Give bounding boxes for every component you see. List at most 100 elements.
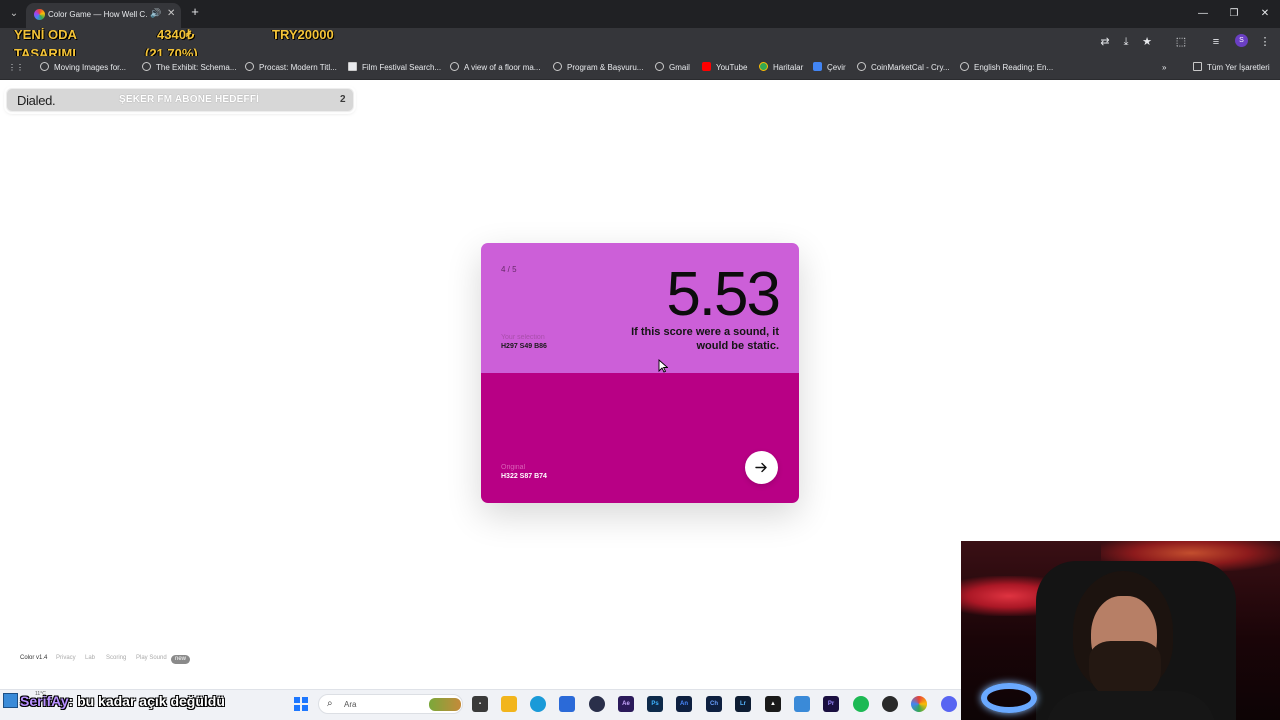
score-verdict: If this score were a sound, it would be … (631, 326, 779, 352)
bookmark-label: Moving Images for... (54, 63, 127, 72)
profile-avatar[interactable]: S (1235, 34, 1248, 47)
folder-icon (1193, 62, 1202, 71)
lightroom-icon[interactable]: Lr (735, 696, 751, 712)
search-highlight-image (429, 698, 461, 711)
maps-icon (759, 62, 768, 71)
bookmark-star-icon[interactable]: ★ (1139, 34, 1155, 50)
bookmark-item[interactable]: YouTube (702, 61, 747, 75)
subscriber-goal-widget: Dialed. ŞEKER FM ABONE HEDEFFİ 2 (6, 88, 354, 112)
bookmark-label: English Reading: En... (974, 63, 1054, 72)
edge-icon[interactable] (530, 696, 546, 712)
search-icon: ⌕ (327, 698, 333, 709)
app-icon[interactable] (589, 696, 605, 712)
bookmark-item[interactable]: English Reading: En... (960, 61, 1053, 75)
ticker-amount: 4340₺ (157, 27, 195, 42)
app-icon[interactable] (882, 696, 898, 712)
photoshop-icon[interactable]: Ps (647, 696, 663, 712)
chrome-icon[interactable] (911, 696, 927, 712)
browser-tab-strip: ⌄ Color Game — How Well C... 🔊 ✕ + — ❐ ✕ (0, 0, 1280, 28)
microphone-ring-light (981, 683, 1037, 713)
chat-message: SerifAy: bu kadar açık değüldü (3, 693, 225, 715)
bookmark-item[interactable]: CoinMarketCal - Cry... (857, 61, 950, 75)
browser-menu-icon[interactable]: ⋮ (1257, 34, 1273, 50)
selection-label: Your selection (501, 334, 545, 341)
file-explorer-icon[interactable] (501, 696, 517, 712)
browser-tab-active[interactable]: Color Game — How Well C... 🔊 ✕ (26, 3, 181, 28)
premiere-icon[interactable]: Pr (823, 696, 839, 712)
globe-icon (655, 62, 664, 71)
bookmark-label: Procast: Modern Titl... (259, 63, 337, 72)
bookmark-item[interactable]: Çevir (813, 61, 846, 75)
restore-button[interactable]: ❐ (1225, 6, 1243, 22)
footer-lab-link[interactable]: Lab (85, 655, 95, 661)
globe-icon (960, 62, 969, 71)
bookmark-item[interactable]: The Exhibit: Schema... (142, 61, 236, 75)
spotify-icon[interactable] (853, 696, 869, 712)
streamer-shoulders (1046, 691, 1216, 720)
bookmark-label: Gmail (669, 63, 690, 72)
footer-play-sound-toggle[interactable]: Play Sound (136, 655, 167, 661)
store-icon[interactable] (559, 696, 575, 712)
mouse-cursor-icon (658, 359, 668, 373)
footer-privacy-link[interactable]: Privacy (56, 655, 76, 661)
apps-grid-icon[interactable]: ⋮⋮ (8, 61, 24, 75)
bookmarks-overflow-button[interactable]: » (1162, 61, 1166, 75)
globe-icon (553, 62, 562, 71)
webcam-overlay (961, 541, 1280, 720)
goal-label: ŞEKER FM ABONE HEDEFFİ (119, 94, 260, 105)
character-animator-icon[interactable]: Ch (706, 696, 722, 712)
selection-swatch: 4 / 5 5.53 If this score were a sound, i… (481, 243, 799, 373)
bookmark-label: Çevir (827, 63, 846, 72)
bookmark-label: YouTube (716, 63, 748, 72)
original-value: H322 S87 B74 (501, 473, 547, 480)
tab-search-icon[interactable]: ⌄ (5, 5, 23, 23)
translate-icon[interactable]: ⇄ (1097, 34, 1113, 50)
globe-icon (450, 62, 459, 71)
bookmark-item[interactable]: Procast: Modern Titl... (245, 61, 337, 75)
footer-scoring-link[interactable]: Scoring (106, 655, 126, 661)
after-effects-icon[interactable]: Ae (618, 696, 634, 712)
bookmark-label: Haritalar (773, 63, 804, 72)
bookmark-label: CoinMarketCal - Cry... (871, 63, 950, 72)
windows-start-icon[interactable] (294, 697, 308, 711)
new-badge: new (171, 655, 191, 664)
globe-icon (245, 62, 254, 71)
bookmark-item[interactable]: Program & Başvuru... (553, 61, 643, 75)
discord-icon[interactable] (941, 696, 957, 712)
score-value: 5.53 (666, 260, 781, 329)
bookmark-item[interactable]: Moving Images for... (40, 61, 126, 75)
bookmark-item[interactable]: Film Festival Search... (348, 61, 441, 75)
search-placeholder: Ara (344, 700, 357, 709)
all-bookmarks-folder[interactable]: Tüm Yer İşaretleri (1193, 61, 1270, 75)
globe-icon (857, 62, 866, 71)
dialed-logo: Dialed. (17, 93, 56, 108)
bookmark-label: Program & Başvuru... (567, 63, 644, 72)
original-label: Original (501, 464, 526, 471)
result-card: 4 / 5 5.53 If this score were a sound, i… (481, 243, 799, 503)
globe-icon (142, 62, 151, 71)
animate-icon[interactable]: An (676, 696, 692, 712)
window-close-button[interactable]: ✕ (1256, 6, 1274, 22)
minimize-button[interactable]: — (1194, 6, 1212, 22)
media-controls-icon[interactable]: ≡ (1208, 34, 1224, 50)
tab-close-icon[interactable]: ✕ (167, 8, 175, 19)
install-app-icon[interactable]: ⤓ (1118, 34, 1134, 50)
extensions-icon[interactable]: ⬚ (1173, 34, 1189, 50)
taskbar-search[interactable]: ⌕ Ara (318, 694, 463, 714)
taskbar-app-icon[interactable]: ▪ (472, 696, 488, 712)
all-bookmarks-label: Tüm Yer İşaretleri (1207, 63, 1270, 72)
app-icon[interactable]: ▲ (765, 696, 781, 712)
bookmark-item[interactable]: Gmail (655, 61, 690, 75)
bookmark-item[interactable]: A view of a floor ma... (450, 61, 540, 75)
arrow-right-icon (755, 462, 767, 473)
bookmark-item[interactable]: Haritalar (759, 61, 803, 75)
app-icon[interactable] (794, 696, 810, 712)
bookmark-label: The Exhibit: Schema... (156, 63, 237, 72)
new-tab-button[interactable]: + (188, 5, 202, 19)
youtube-icon (702, 62, 711, 71)
original-swatch: Original H322 S87 B74 (481, 373, 799, 503)
next-round-button[interactable] (745, 451, 778, 484)
tab-audio-icon[interactable]: 🔊 (150, 8, 161, 19)
chat-avatar (3, 693, 18, 708)
color-game-favicon-icon (34, 9, 45, 20)
